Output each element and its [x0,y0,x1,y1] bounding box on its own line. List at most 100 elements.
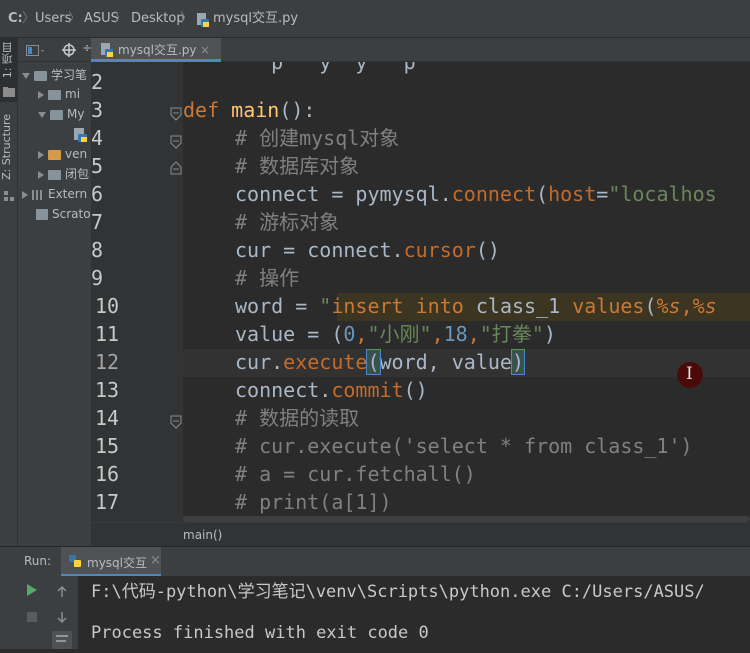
chevron-right-icon [22,190,28,199]
tree-item-label: ven [65,147,88,161]
python-icon [69,555,81,567]
line-number: 10 [95,294,120,318]
folder-icon [34,70,47,81]
console-output-line: Process finished with exit code 0 [91,623,429,643]
line-number: 4 [91,126,104,150]
folder-icon [48,149,61,160]
tree-item-external-libraries[interactable]: Extern [22,184,87,204]
line-number: 17 [95,490,120,514]
breadcrumb: C: 〉 Users 〉 ASUS 〉 Desktop 〉 mysql交互.py [0,0,750,38]
project-toolbar: ÷ [18,38,91,62]
tree-item-label: 闭包 [65,167,90,181]
fold-marker-icon[interactable] [170,106,182,125]
code-breadcrumb-main[interactable]: main() [183,523,222,547]
view-mode-icon[interactable] [26,43,44,57]
breadcrumb-item-desktop[interactable]: Desktop [131,0,185,38]
code-line-16: # a = cur.fetchall() [235,462,476,486]
line-number: 16 [95,462,120,486]
tree-item-scratches[interactable]: Scrato [36,204,91,224]
project-tool-tab-label: 1: 项目 [1,42,14,79]
run-toolbar [0,576,78,649]
python-file-icon [74,127,87,142]
code-line-11: value = (0,"小刚",18,"打拳") [235,322,556,346]
line-number: 2 [91,70,104,94]
close-icon[interactable]: × [150,553,161,568]
horizontal-scrollbar[interactable] [183,514,750,522]
run-label: Run: [24,554,52,568]
fold-end-icon[interactable] [170,160,182,179]
text-cursor-icon: I [686,364,693,384]
code-line-9: # 操作 [235,266,300,290]
arrow-down-icon[interactable] [56,608,68,627]
console-output-line: F:\代码-python\学习笔记\venv\Scripts\python.ex… [91,582,705,602]
line-number: 12 [95,350,120,374]
line-number: 3 [91,98,104,122]
tree-item-label: Scrato [52,207,91,221]
folder-icon [48,89,61,100]
chevron-down-icon [22,72,30,79]
tree-item-label: Extern [48,187,88,201]
chevron-right-icon [38,90,44,99]
keyword-def: def [183,98,220,122]
project-tab-icon [3,82,15,97]
run-tab-label: mysql交互 [87,556,147,570]
project-panel: ÷ 学习笔 mi My ven 闭包 Extern Scrato [18,38,91,546]
breadcrumb-drive[interactable]: C: [8,0,23,38]
chevron-down-icon [38,111,46,118]
code-line-6: connect = pymysql.connect(host="localhos [235,182,717,206]
function-name: main [231,98,280,122]
code-line-7: # 游标对象 [235,210,340,234]
tree-item-project-root[interactable]: 学习笔 [22,65,87,85]
line-number: 7 [91,210,104,234]
breadcrumb-file[interactable]: mysql交互.py [213,0,298,38]
run-tab[interactable]: mysql交互 [61,547,161,577]
breadcrumb-item-users[interactable]: Users [35,0,71,38]
library-icon [32,189,44,200]
structure-tool-tab-label: Z: Structure [0,114,13,180]
scratch-icon [36,209,48,220]
editor-tab-label: mysql交互.py [118,43,197,57]
line-number: 11 [95,322,120,346]
tree-item-closure[interactable]: 闭包 [38,164,89,184]
tree-item-label: mi [65,87,81,101]
code-line-partial: p y y p [235,62,416,74]
python-file-icon [101,43,113,57]
tree-item-python-file[interactable] [74,124,91,144]
line-number: 15 [95,434,120,458]
breadcrumb-separator: 〉 [68,11,82,26]
close-icon[interactable]: × [200,39,210,61]
tree-item-label: 学习笔 [51,68,88,82]
soft-wrap-icon[interactable] [52,631,72,649]
line-number: 14 [95,406,120,430]
code-line-3: def main(): [183,98,316,122]
tool-window-stripe: 1: 项目 Z: Structure [0,38,18,546]
line-number: 9 [91,266,104,290]
code-editor[interactable]: p y y p def main(): # 创建mysql对象 # 数据库对象 … [183,62,750,522]
collapse-icon[interactable]: ÷ [82,41,91,55]
chevron-right-icon [38,170,44,179]
code-line-5: # 数据库对象 [235,154,360,178]
stop-icon[interactable] [26,608,38,627]
tree-item-my[interactable]: My [38,104,84,124]
folder-icon [50,109,63,120]
locate-icon[interactable] [62,42,76,57]
fold-marker-icon[interactable] [170,134,182,153]
code-line-8: cur = connect.cursor() [235,238,500,262]
run-console[interactable]: F:\代码-python\学习笔记\venv\Scripts\python.ex… [0,576,750,649]
arrow-up-icon[interactable] [56,583,68,602]
line-number: 6 [91,182,104,206]
breadcrumb-separator: 〉 [180,11,194,26]
fold-marker-icon[interactable] [170,414,182,433]
matched-paren: ( [366,349,381,375]
matched-paren: ) [510,349,526,375]
editor-tab-mysql[interactable]: mysql交互.py × [91,38,221,62]
structure-tool-tab[interactable]: Z: Structure [0,114,18,194]
line-number: 5 [91,154,104,178]
code-breadcrumb-bar: main() [91,522,750,546]
run-panel-header: Run: mysql交互 × [0,546,750,577]
code-line-13: connect.commit() [235,378,428,402]
tree-item-venv[interactable]: ven [38,144,87,164]
tree-item-mi[interactable]: mi [38,84,80,104]
rerun-icon[interactable] [26,582,38,601]
python-file-icon [197,12,209,27]
